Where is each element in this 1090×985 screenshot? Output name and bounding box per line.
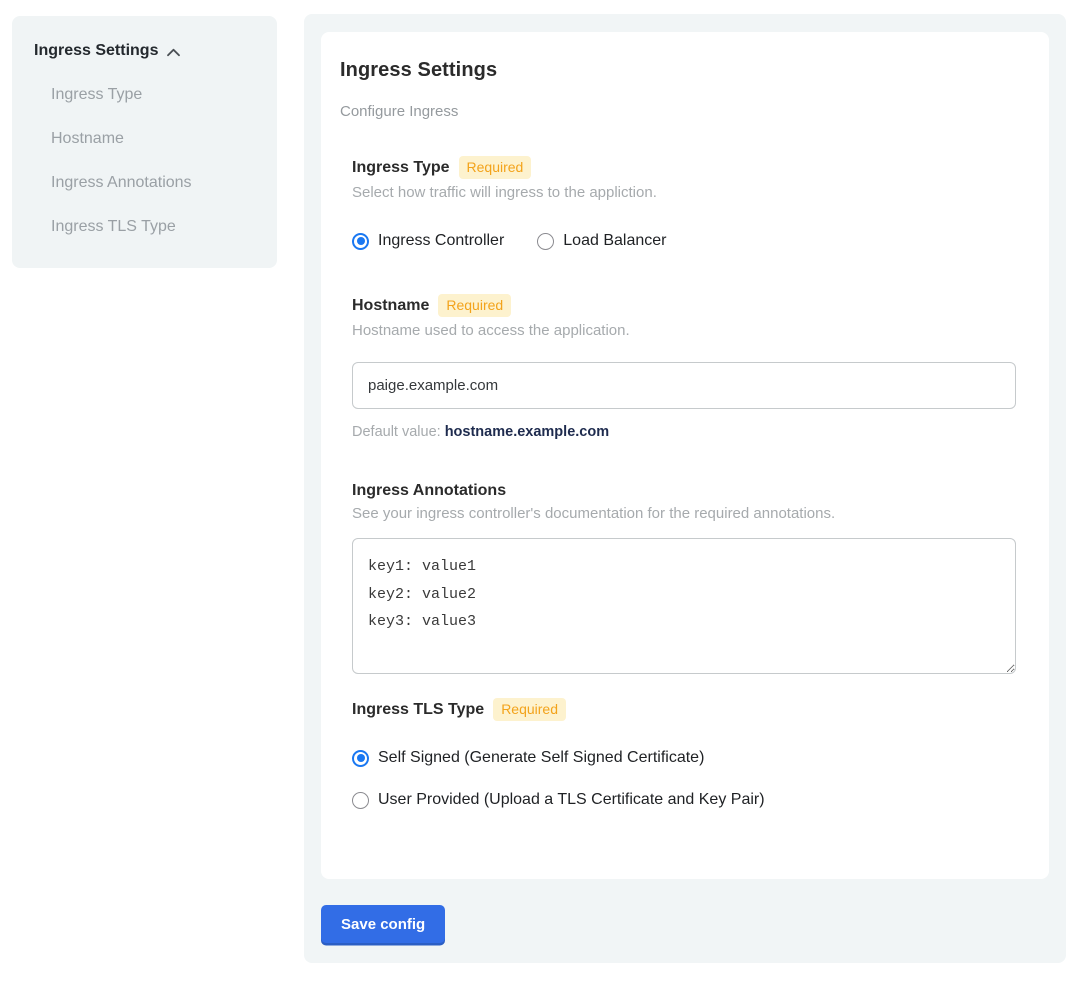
- section-ingress-tls-type: Ingress TLS Type Required Self Signed (G…: [352, 698, 1018, 809]
- save-config-button[interactable]: Save config: [321, 905, 445, 943]
- chevron-up-icon[interactable]: [166, 47, 181, 58]
- config-sidebar: Ingress Settings Ingress Type Hostname I…: [12, 16, 277, 268]
- radio-label: Load Balancer: [563, 232, 666, 250]
- required-badge: Required: [493, 698, 566, 721]
- radio-option-ingress-controller[interactable]: Ingress Controller: [352, 232, 504, 250]
- field-help-ingress-annotations: See your ingress controller's documentat…: [352, 505, 1018, 522]
- required-badge: Required: [438, 294, 511, 317]
- field-label-hostname: Hostname: [352, 297, 429, 315]
- sidebar-group-title: Ingress Settings: [34, 42, 158, 60]
- sidebar-item-list: Ingress Type Hostname Ingress Annotation…: [34, 86, 257, 236]
- radio-label: User Provided (Upload a TLS Certificate …: [378, 791, 765, 809]
- config-card: Ingress Settings Configure Ingress Ingre…: [321, 32, 1049, 879]
- field-help-hostname: Hostname used to access the application.: [352, 322, 1018, 339]
- default-value-prefix: Default value:: [352, 424, 445, 440]
- section-hostname: Hostname Required Hostname used to acces…: [352, 294, 1018, 440]
- required-badge: Required: [459, 156, 532, 179]
- sidebar-group-ingress-settings[interactable]: Ingress Settings: [34, 42, 257, 60]
- sidebar-item-ingress-annotations[interactable]: Ingress Annotations: [51, 174, 257, 192]
- field-label-ingress-tls-type: Ingress TLS Type: [352, 701, 484, 719]
- sidebar-item-ingress-tls-type[interactable]: Ingress TLS Type: [51, 218, 257, 236]
- radio-icon[interactable]: [352, 750, 369, 767]
- page-subtitle: Configure Ingress: [340, 103, 1018, 120]
- hostname-input[interactable]: [352, 362, 1016, 409]
- section-ingress-annotations: Ingress Annotations See your ingress con…: [352, 482, 1018, 674]
- ingress-tls-type-radio-group: Self Signed (Generate Self Signed Certif…: [352, 749, 1018, 809]
- radio-option-load-balancer[interactable]: Load Balancer: [537, 232, 666, 250]
- section-ingress-type: Ingress Type Required Select how traffic…: [352, 156, 1018, 250]
- field-label-ingress-type: Ingress Type: [352, 159, 450, 177]
- default-value-text: hostname.example.com: [445, 424, 609, 440]
- ingress-type-radio-group: Ingress Controller Load Balancer: [352, 232, 1018, 250]
- hostname-default-line: Default value: hostname.example.com: [352, 424, 1018, 440]
- page-title: Ingress Settings: [340, 59, 1018, 82]
- page: Ingress Settings Ingress Type Hostname I…: [0, 0, 1090, 985]
- sidebar-item-ingress-type[interactable]: Ingress Type: [51, 86, 257, 104]
- field-help-ingress-type: Select how traffic will ingress to the a…: [352, 184, 1018, 201]
- sidebar-item-hostname[interactable]: Hostname: [51, 130, 257, 148]
- radio-option-self-signed[interactable]: Self Signed (Generate Self Signed Certif…: [352, 749, 1018, 767]
- ingress-annotations-textarea[interactable]: [352, 538, 1016, 674]
- config-panel: Ingress Settings Configure Ingress Ingre…: [304, 14, 1066, 963]
- radio-label: Self Signed (Generate Self Signed Certif…: [378, 749, 704, 767]
- radio-icon[interactable]: [352, 233, 369, 250]
- radio-label: Ingress Controller: [378, 232, 504, 250]
- radio-icon[interactable]: [352, 792, 369, 809]
- radio-icon[interactable]: [537, 233, 554, 250]
- config-form: Ingress Type Required Select how traffic…: [352, 156, 1018, 809]
- radio-option-user-provided[interactable]: User Provided (Upload a TLS Certificate …: [352, 791, 1018, 809]
- field-label-ingress-annotations: Ingress Annotations: [352, 482, 506, 500]
